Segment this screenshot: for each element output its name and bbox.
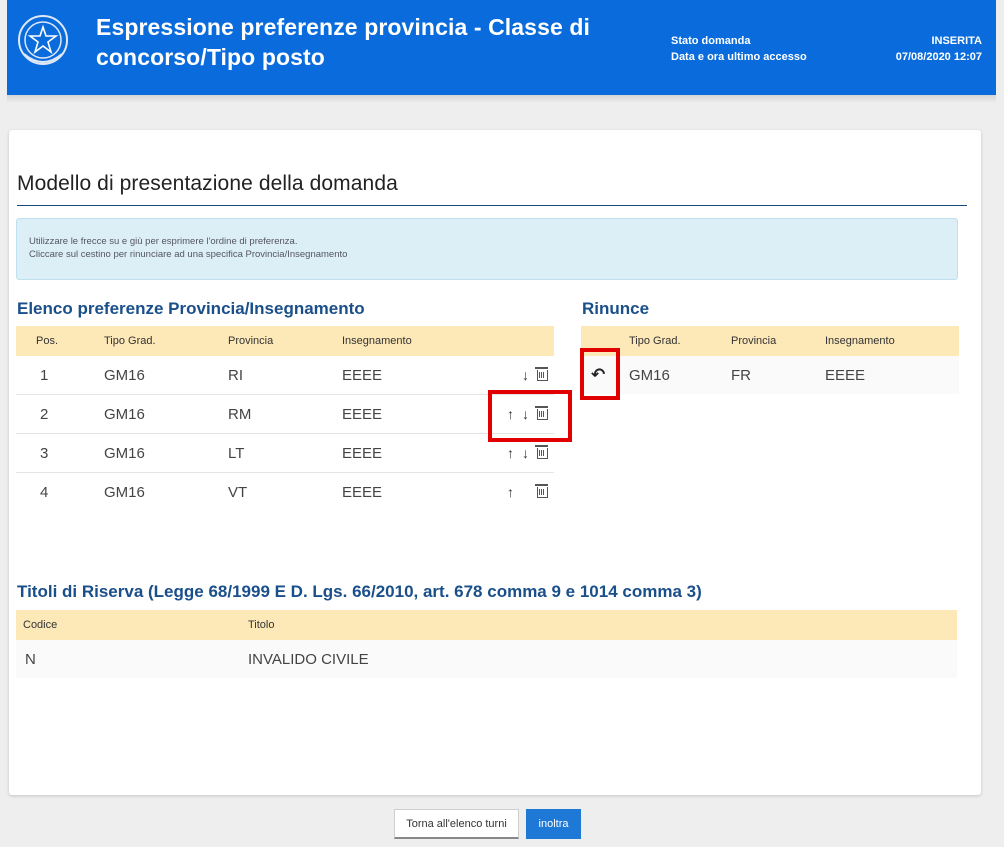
cell-insegnamento: EEEE	[342, 394, 472, 434]
app-header: Espressione preferenze provincia - Class…	[7, 0, 996, 95]
rinunce-table: Tipo Grad. Provincia Insegnamento ↶ GM16…	[581, 326, 959, 394]
table-row: 2 GM16 RM EEEE ↑ ↓	[16, 394, 554, 434]
last-access-value: 07/08/2020 12:07	[895, 51, 982, 63]
col-codice: Codice	[23, 619, 58, 631]
cell-titolo: INVALIDO CIVILE	[248, 650, 369, 668]
cell-provincia: VT	[228, 483, 248, 501]
info-line-2: Cliccare sul cestino per rinunciare ad u…	[29, 249, 348, 260]
header-title: Espressione preferenze provincia - Class…	[96, 14, 590, 70]
status-labels: Stato domanda Data e ora ultimo accesso	[671, 33, 807, 65]
cell-pos: 3	[16, 433, 104, 473]
send-button[interactable]: inoltra	[526, 809, 581, 839]
col-provincia: Provincia	[228, 335, 274, 347]
back-to-list-button[interactable]: Torna all'elenco turni	[394, 809, 519, 839]
col-titolo: Titolo	[248, 619, 275, 631]
cell-pos: 2	[16, 394, 104, 434]
row-actions: ↑↓	[472, 473, 554, 512]
riserva-table: Codice Titolo N INVALIDO CIVILE	[16, 610, 957, 678]
preferences-table: Pos. Tipo Grad. Provincia Insegnamento 1…	[16, 326, 554, 511]
arrow-up-icon[interactable]: ↑	[503, 484, 518, 500]
riserva-title: Titoli di Riserva (Legge 68/1999 E D. Lg…	[17, 582, 702, 601]
col-tipo-grad: Tipo Grad.	[104, 335, 156, 347]
info-alert: Utilizzare le frecce su e giù per esprim…	[16, 218, 958, 280]
riserva-header-row: Codice Titolo	[16, 610, 957, 640]
cell-pos: 1	[16, 356, 104, 395]
trash-icon[interactable]	[535, 484, 548, 498]
highlight-box-arrows	[488, 390, 572, 442]
trash-icon[interactable]	[535, 367, 548, 381]
preferences-header-row: Pos. Tipo Grad. Provincia Insegnamento	[16, 326, 554, 356]
highlight-box-undo	[580, 348, 620, 400]
table-row: ↶ GM16 FR EEEE	[581, 356, 959, 394]
trash-icon[interactable]	[535, 445, 548, 459]
cell-provincia: RM	[228, 394, 342, 434]
col-actions	[472, 326, 554, 356]
cell-insegnamento: EEEE	[342, 433, 472, 473]
table-row: 4 GM16 VT EEEE ↑↓	[16, 473, 554, 512]
cell-insegnamento: EEEE	[342, 483, 383, 501]
status-value: INSERITA	[931, 35, 982, 47]
cell-insegnamento: EEEE	[825, 366, 866, 384]
status-values: INSERITA 07/08/2020 12:07	[896, 33, 982, 65]
page-title: Modello di presentazione della domanda	[17, 172, 398, 195]
cell-insegnamento: EEEE	[342, 356, 472, 395]
col-insegnamento: Insegnamento	[342, 335, 412, 347]
last-access-label: Data e ora ultimo accesso	[671, 51, 807, 63]
cell-tipo: GM16	[104, 483, 145, 501]
cell-tipo: GM16	[629, 366, 670, 384]
status-label: Stato domanda	[671, 35, 751, 47]
arrow-up-icon[interactable]: ↑	[503, 445, 518, 461]
col-insegnamento: Insegnamento	[825, 335, 895, 347]
cell-tipo: GM16	[104, 433, 228, 473]
table-row: 3 GM16 LT EEEE ↑ ↓	[16, 433, 554, 473]
col-tipo-grad: Tipo Grad.	[629, 335, 681, 347]
cell-tipo: GM16	[104, 394, 228, 434]
row-actions: ↓	[472, 356, 554, 395]
arrow-down-icon[interactable]: ↓	[518, 367, 533, 383]
col-pos: Pos.	[36, 335, 59, 347]
header-shadow	[7, 95, 996, 103]
preferences-title: Elenco preferenze Provincia/Insegnamento	[17, 299, 365, 318]
cell-pos: 4	[40, 483, 49, 501]
cell-provincia: FR	[731, 366, 751, 384]
rinunce-header-row: Tipo Grad. Provincia Insegnamento	[581, 326, 959, 356]
cell-codice: N	[25, 650, 36, 668]
table-row: 1 GM16 RI EEEE ↓	[16, 356, 554, 395]
rinunce-title: Rinunce	[582, 299, 650, 318]
cell-provincia: LT	[228, 433, 342, 473]
info-line-1: Utilizzare le frecce su e giù per esprim…	[29, 236, 298, 247]
cell-tipo: GM16	[104, 356, 228, 395]
col-provincia: Provincia	[731, 335, 777, 347]
main-card: Modello di presentazione della domanda U…	[9, 130, 981, 795]
cell-provincia: RI	[228, 356, 342, 395]
emblem-icon	[18, 15, 68, 65]
table-row: N INVALIDO CIVILE	[16, 640, 957, 678]
arrow-down-icon[interactable]: ↓	[518, 445, 533, 461]
title-divider	[17, 205, 967, 206]
